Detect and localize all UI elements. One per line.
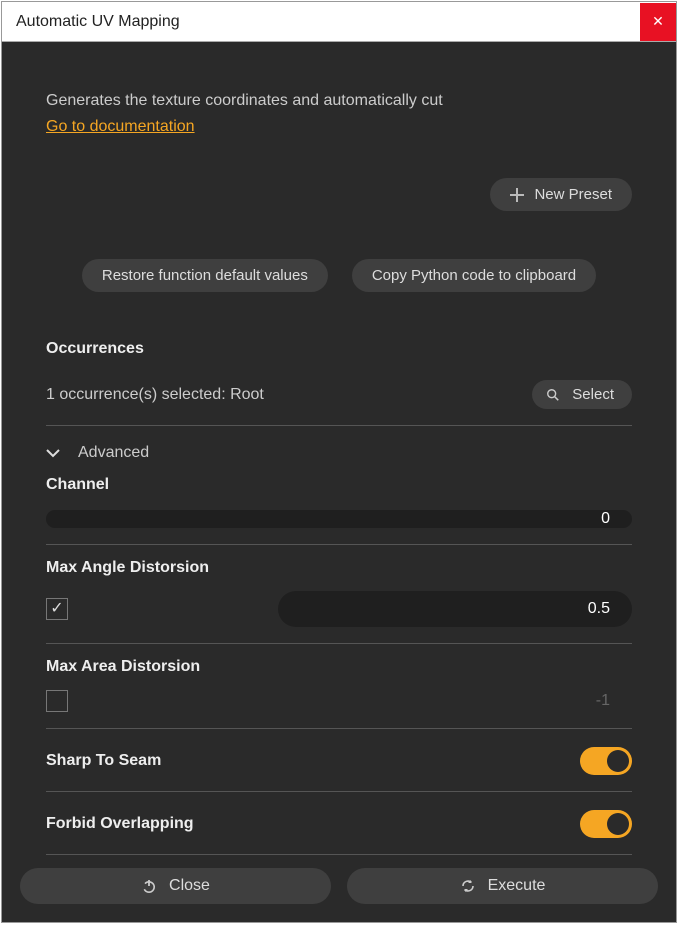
action-button-row: Restore function default values Copy Pyt… — [46, 259, 632, 292]
refresh-icon — [460, 878, 476, 894]
execute-button[interactable]: Execute — [347, 868, 658, 904]
divider — [46, 643, 632, 644]
sharp-to-seam-toggle[interactable] — [580, 747, 632, 775]
search-icon — [546, 388, 560, 402]
restore-defaults-button[interactable]: Restore function default values — [82, 259, 328, 292]
documentation-link[interactable]: Go to documentation — [46, 118, 632, 136]
max-area-checkbox[interactable] — [46, 690, 68, 712]
new-preset-button[interactable]: New Preset — [490, 178, 632, 211]
max-angle-input[interactable] — [278, 591, 632, 627]
select-occurrences-button[interactable]: Select — [532, 380, 632, 409]
copy-python-label: Copy Python code to clipboard — [372, 267, 576, 284]
occurrences-summary: 1 occurrence(s) selected: Root — [46, 386, 532, 404]
forbid-overlap-label: Forbid Overlapping — [46, 815, 580, 833]
occurrences-label: Occurrences — [46, 340, 632, 358]
divider — [46, 425, 632, 426]
footer: Close Execute — [2, 868, 676, 922]
restore-defaults-label: Restore function default values — [102, 267, 308, 284]
power-icon — [141, 878, 157, 894]
max-area-label: Max Area Distorsion — [46, 658, 632, 676]
forbid-overlap-row: Forbid Overlapping — [46, 810, 632, 838]
chevron-down-icon — [46, 448, 60, 458]
dialog-window: Automatic UV Mapping ✕ Generates the tex… — [1, 1, 677, 923]
sharp-to-seam-row: Sharp To Seam — [46, 747, 632, 775]
occurrences-row: 1 occurrence(s) selected: Root Select — [46, 380, 632, 409]
divider — [46, 544, 632, 545]
channel-input[interactable] — [46, 510, 632, 528]
preset-row: New Preset — [46, 178, 632, 211]
close-window-button[interactable]: ✕ — [640, 3, 676, 41]
close-icon: ✕ — [652, 13, 664, 30]
sharp-to-seam-label: Sharp To Seam — [46, 752, 580, 770]
divider — [46, 728, 632, 729]
execute-label: Execute — [488, 877, 546, 895]
description-text: Generates the texture coordinates and au… — [46, 92, 632, 110]
channel-label: Channel — [46, 476, 632, 494]
plus-icon — [510, 188, 524, 202]
max-angle-label: Max Angle Distorsion — [46, 559, 632, 577]
dialog-body: Generates the texture coordinates and au… — [2, 42, 676, 868]
forbid-overlap-toggle[interactable] — [580, 810, 632, 838]
max-area-row: -1 — [46, 690, 632, 712]
advanced-label: Advanced — [78, 444, 149, 462]
max-area-value: -1 — [78, 692, 632, 710]
divider — [46, 791, 632, 792]
new-preset-label: New Preset — [534, 186, 612, 203]
advanced-toggle[interactable]: Advanced — [46, 444, 632, 462]
copy-python-button[interactable]: Copy Python code to clipboard — [352, 259, 596, 292]
close-label: Close — [169, 877, 210, 895]
titlebar: Automatic UV Mapping ✕ — [2, 2, 676, 42]
close-button[interactable]: Close — [20, 868, 331, 904]
max-angle-row — [46, 591, 632, 627]
select-label: Select — [572, 386, 614, 403]
divider — [46, 854, 632, 855]
window-title: Automatic UV Mapping — [16, 13, 640, 31]
max-angle-checkbox[interactable] — [46, 598, 68, 620]
